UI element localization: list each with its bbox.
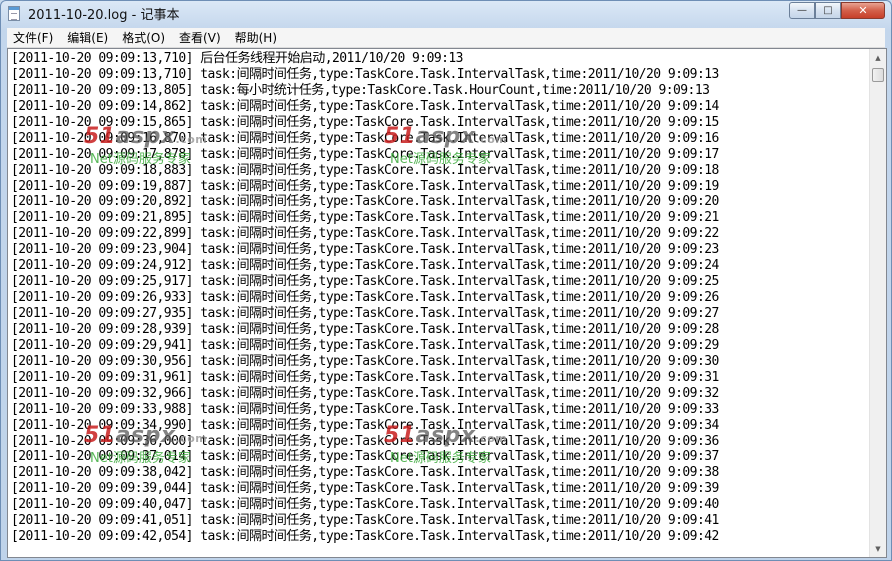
log-line: [2011-10-20 09:09:30,956] task:间隔时间任务,ty… <box>11 353 719 369</box>
vertical-scrollbar[interactable]: ▲ ▼ <box>869 49 886 557</box>
window-title: 2011-10-20.log - 记事本 <box>28 8 180 23</box>
log-line: [2011-10-20 09:09:21,895] task:间隔时间任务,ty… <box>11 210 719 226</box>
log-line: [2011-10-20 09:09:27,935] task:间隔时间任务,ty… <box>11 306 719 321</box>
scroll-down-arrow-icon[interactable]: ▼ <box>870 540 886 557</box>
menu-view[interactable]: 查看(V) <box>173 29 227 46</box>
title-bar[interactable]: 2011-10-20.log - 记事本 — □ ✕ <box>1 1 891 27</box>
log-line: [2011-10-20 09:09:37,014] task:间隔时间任务,ty… <box>11 449 719 465</box>
log-line: [2011-10-20 09:09:20,892] task:间隔时间任务,ty… <box>11 194 719 210</box>
log-line: [2011-10-20 09:09:25,917] task:间隔时间任务,ty… <box>11 274 719 290</box>
scrollbar-thumb[interactable] <box>872 68 884 82</box>
log-line: [2011-10-20 09:09:26,933] task:间隔时间任务,ty… <box>11 290 719 306</box>
log-line: [2011-10-20 09:09:28,939] task:间隔时间任务,ty… <box>11 321 719 337</box>
log-line: [2011-10-20 09:09:39,044] task:间隔时间任务,ty… <box>11 481 719 497</box>
log-line: [2011-10-20 09:09:15,865] task:间隔时间任务,ty… <box>11 114 719 130</box>
log-line: [2011-10-20 09:09:19,887] task:间隔时间任务,ty… <box>11 178 719 194</box>
log-line: [2011-10-20 09:09:24,912] task:间隔时间任务,ty… <box>11 258 719 274</box>
log-line: [2011-10-20 09:09:17,878] task:间隔时间任务,ty… <box>11 146 719 162</box>
menu-bar: 文件(F) 编辑(E) 格式(O) 查看(V) 帮助(H) <box>7 28 885 48</box>
log-line: [2011-10-20 09:09:33,988] task:间隔时间任务,ty… <box>11 401 719 417</box>
log-line: [2011-10-20 09:09:31,961] task:间隔时间任务,ty… <box>11 369 719 385</box>
log-line: [2011-10-20 09:09:18,883] task:间隔时间任务,ty… <box>11 162 719 178</box>
close-button[interactable]: ✕ <box>841 2 885 19</box>
minimize-button[interactable]: — <box>789 2 815 19</box>
log-line: [2011-10-20 09:09:29,941] task:间隔时间任务,ty… <box>11 337 719 353</box>
log-line: [2011-10-20 09:09:36,000] task:间隔时间任务,ty… <box>11 433 719 449</box>
menu-format[interactable]: 格式(O) <box>116 29 171 46</box>
notepad-window: 2011-10-20.log - 记事本 — □ ✕ 文件(F) 编辑(E) 格… <box>0 0 892 561</box>
log-text-area[interactable]: [2011-10-20 09:09:13,710] 后台任务线程开始启动,201… <box>11 51 869 555</box>
log-line: [2011-10-20 09:09:41,051] task:间隔时间任务,ty… <box>11 513 719 529</box>
notepad-icon <box>8 6 20 21</box>
log-line: [2011-10-20 09:09:16,870] task:间隔时间任务,ty… <box>11 130 719 146</box>
menu-edit[interactable]: 编辑(E) <box>61 29 114 46</box>
log-line: [2011-10-20 09:09:22,899] task:间隔时间任务,ty… <box>11 226 719 242</box>
log-line: [2011-10-20 09:09:23,904] task:间隔时间任务,ty… <box>11 242 719 258</box>
maximize-button[interactable]: □ <box>815 2 841 19</box>
log-line: [2011-10-20 09:09:40,047] task:间隔时间任务,ty… <box>11 497 719 513</box>
caption-buttons: — □ ✕ <box>789 2 885 19</box>
log-line: [2011-10-20 09:09:13,710] 后台任务线程开始启动,201… <box>11 51 464 66</box>
menu-file[interactable]: 文件(F) <box>7 29 59 46</box>
log-line: [2011-10-20 09:09:13,805] task:每小时统计任务,t… <box>11 82 710 98</box>
log-line: [2011-10-20 09:09:42,054] task:间隔时间任务,ty… <box>11 529 719 545</box>
log-line: [2011-10-20 09:09:38,042] task:间隔时间任务,ty… <box>11 465 719 481</box>
menu-help[interactable]: 帮助(H) <box>229 29 283 46</box>
log-line: [2011-10-20 09:09:14,862] task:间隔时间任务,ty… <box>11 98 719 114</box>
log-line: [2011-10-20 09:09:34,990] task:间隔时间任务,ty… <box>11 417 719 433</box>
text-editor[interactable]: [2011-10-20 09:09:13,710] 后台任务线程开始启动,201… <box>7 48 887 558</box>
scroll-up-arrow-icon[interactable]: ▲ <box>870 49 886 66</box>
log-line: [2011-10-20 09:09:13,710] task:间隔时间任务,ty… <box>11 66 719 82</box>
log-line: [2011-10-20 09:09:32,966] task:间隔时间任务,ty… <box>11 385 719 401</box>
